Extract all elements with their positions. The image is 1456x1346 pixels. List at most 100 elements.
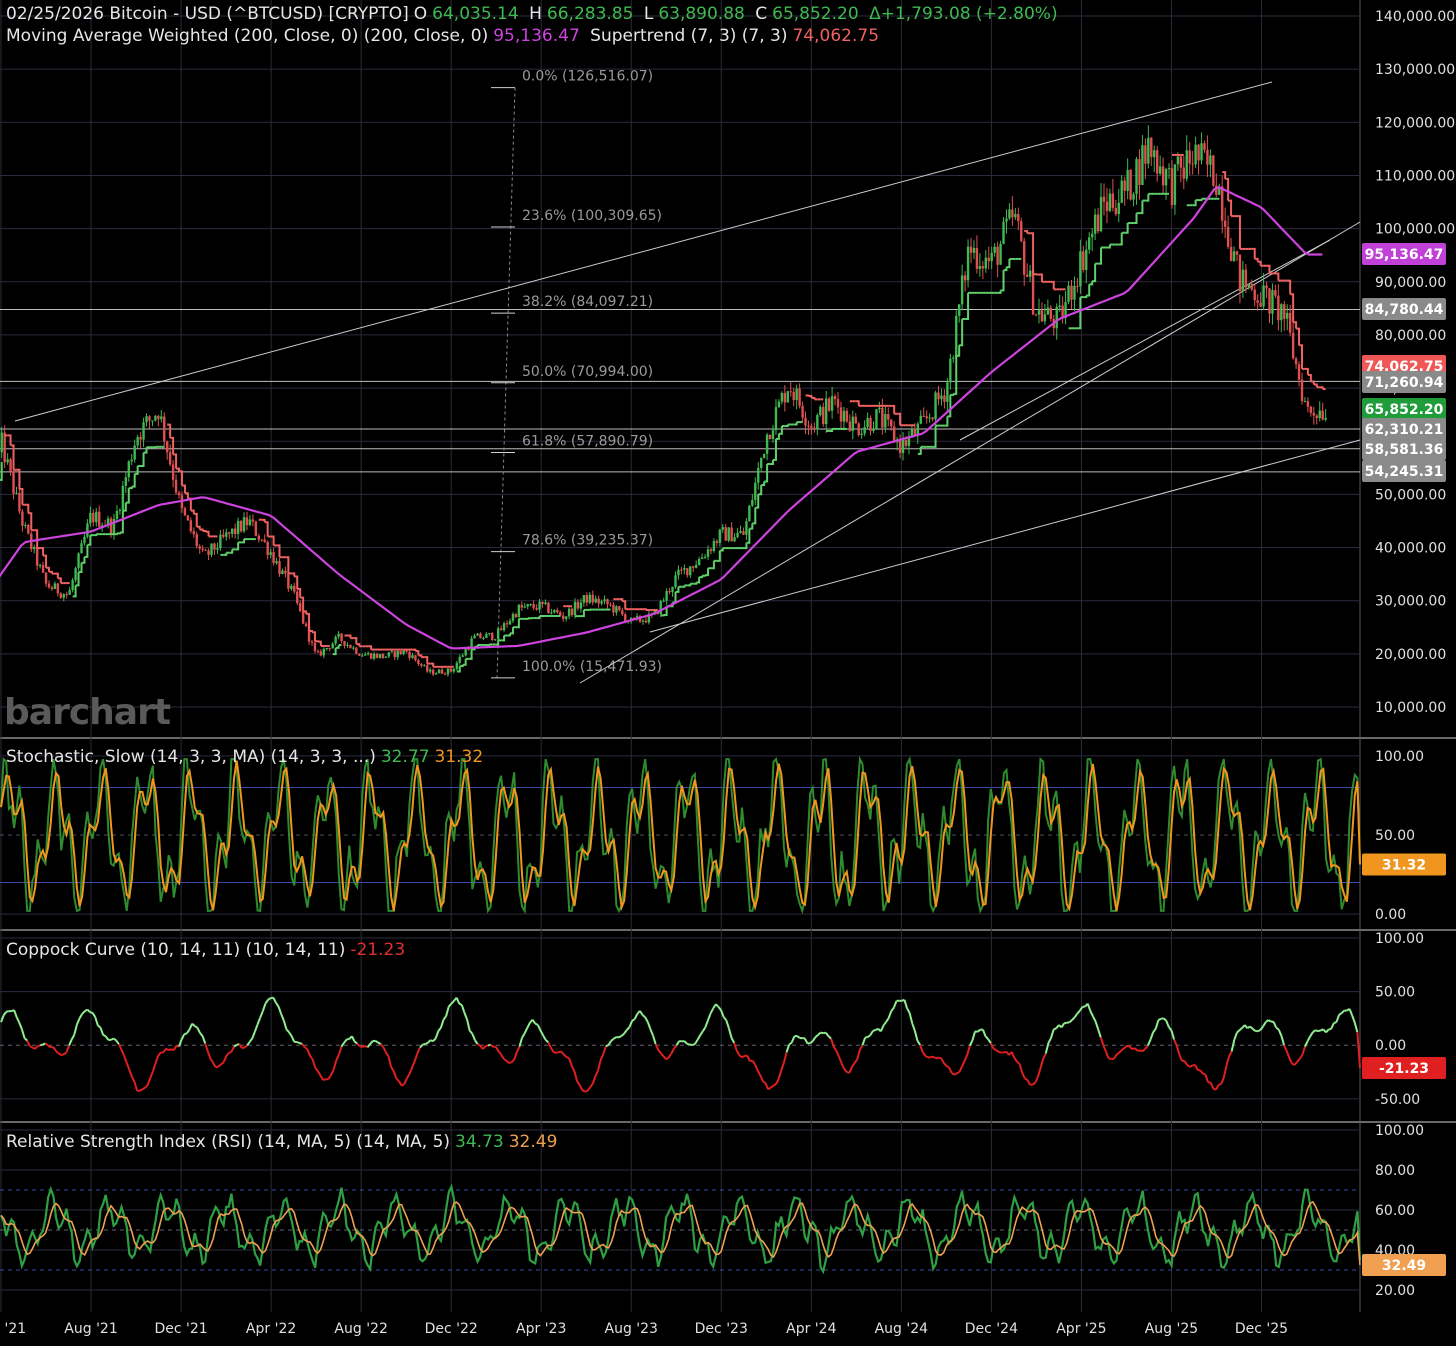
supertrend-segment (997, 290, 1002, 294)
coppock-segment (1115, 1051, 1120, 1056)
candle-body (494, 639, 497, 641)
supertrend-segment (501, 635, 506, 642)
rsi-axis-label: 100.00 (1375, 1123, 1424, 1139)
coppock-segment (392, 1070, 398, 1079)
coppock-segment (665, 1056, 670, 1061)
candle-body (390, 651, 393, 653)
coppock-segment (1335, 1014, 1340, 1023)
candle-body (1023, 241, 1026, 275)
candle-body (1123, 180, 1126, 191)
coppock-segment (267, 997, 272, 1001)
candle-body (833, 396, 837, 400)
coppock-segment (366, 1043, 371, 1048)
coppock-segment (861, 1037, 867, 1046)
candle-body (228, 532, 231, 534)
coppock-segment (770, 1084, 775, 1089)
candle-body (449, 668, 453, 672)
candle-body (842, 410, 846, 422)
candle-body (372, 653, 376, 659)
candle-body (9, 459, 12, 472)
candle-body (582, 595, 586, 603)
date-axis-label: Aug '22 (334, 1321, 387, 1337)
coppock-segment (1076, 1010, 1081, 1015)
coppock-segment (196, 1027, 201, 1034)
open-value: 64,035.14 (432, 4, 519, 24)
coppock-segment (1257, 1028, 1261, 1033)
coppock-segment (217, 1063, 222, 1068)
candle-body (1102, 196, 1106, 202)
coppock-segment (387, 1056, 393, 1068)
candle-body (1291, 332, 1295, 359)
coppock-segment (474, 1039, 479, 1045)
candle-body (1040, 310, 1044, 322)
candle-body (352, 647, 355, 649)
coppock-segment (374, 1040, 379, 1044)
candle-body (139, 436, 142, 440)
coppock-segment (652, 1035, 657, 1045)
candle-body (700, 557, 704, 559)
candle-body (59, 593, 63, 598)
supertrend-segment (16, 468, 21, 490)
symbol-title: 02/25/2026 Bitcoin - USD (^BTCUSD) [CRYP… (6, 4, 409, 24)
coppock-segment (689, 1043, 693, 1047)
coppock-segment (500, 1053, 505, 1060)
candle-body (786, 391, 789, 403)
coppock-segment (120, 1049, 125, 1056)
coppock-segment (992, 1047, 997, 1051)
coppock-segment (34, 1045, 39, 1050)
candle-body (1025, 274, 1029, 277)
coppock-segment (553, 1051, 557, 1054)
candle-body (730, 527, 733, 542)
candle-body (1167, 168, 1171, 170)
date-axis-label: Dec '24 (965, 1321, 1018, 1337)
candle-body (488, 633, 491, 635)
coppock-segment (890, 1006, 895, 1012)
coppock-segment (586, 1086, 591, 1092)
coppock-segment (1306, 1035, 1312, 1042)
coppock-segment (172, 1045, 178, 1051)
coppock-segment (510, 1058, 515, 1063)
supertrend-segment (1257, 260, 1262, 266)
candle-body (1117, 202, 1120, 215)
candle-body (375, 653, 379, 658)
coppock-segment (982, 1029, 987, 1037)
candle-body (1031, 270, 1035, 315)
coppock-segment (343, 1038, 348, 1044)
supertrend-segment (1098, 247, 1103, 265)
candle-body (1164, 169, 1168, 186)
coppock-segment (411, 1060, 416, 1068)
coppock-segment (947, 1066, 953, 1074)
candle-body (1135, 159, 1138, 195)
candle-body (748, 505, 751, 522)
coppock-segment (1102, 1044, 1107, 1053)
supertrend-segment (699, 575, 704, 579)
supertrend-segment (1139, 200, 1144, 215)
supertrend-segment (1287, 279, 1292, 295)
candle-body (77, 553, 80, 569)
coppock-segment (139, 1088, 143, 1092)
candle-body (594, 598, 597, 603)
candle-body (1321, 410, 1324, 420)
candle-body (473, 635, 476, 639)
candle-body (683, 568, 686, 570)
coppock-segment (1010, 1051, 1016, 1059)
candle-body (993, 246, 996, 253)
supertrend-segment (179, 470, 183, 486)
coppock-segment (1202, 1072, 1206, 1076)
candle-body (160, 416, 163, 420)
supertrend-segment (1000, 270, 1005, 292)
stoch-label: Stochastic, Slow (14, 3, 3, MA) (14, 3, … (6, 747, 376, 767)
coppock-segment (536, 1024, 542, 1031)
candle-body (1158, 166, 1162, 174)
candle-body (774, 407, 778, 431)
candle-body (346, 644, 349, 646)
coppock-segment (497, 1050, 502, 1055)
coppock-segment (52, 1046, 57, 1052)
coppock-segment (1199, 1069, 1204, 1075)
coppock-segment (563, 1054, 568, 1058)
candle-body (535, 607, 538, 610)
candle-body (754, 482, 757, 500)
coppock-segment (282, 1020, 288, 1030)
candle-body (573, 601, 577, 616)
coppock-segment (97, 1024, 102, 1029)
